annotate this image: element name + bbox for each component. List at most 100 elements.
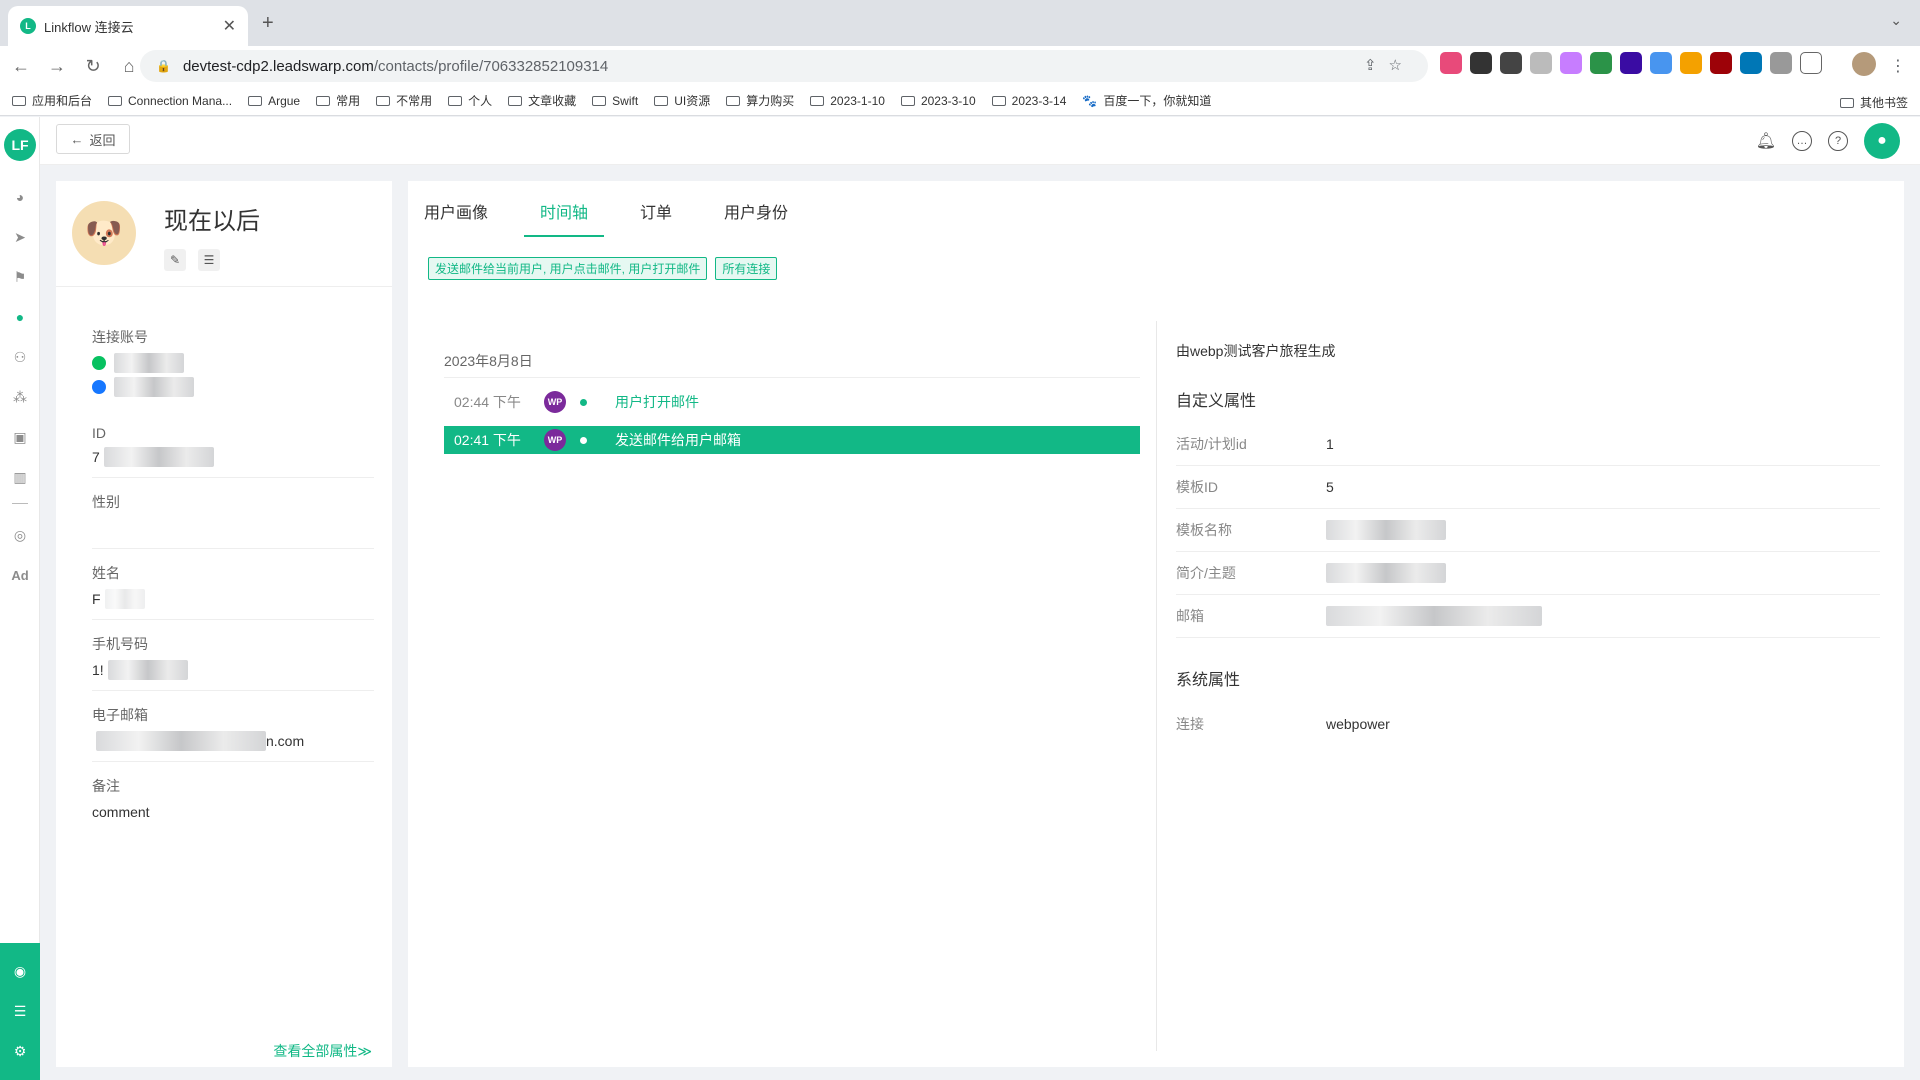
bookmark-folder[interactable]: 不常用 [376, 92, 432, 109]
dashboard-icon[interactable]: ◕ [10, 187, 30, 207]
bookmark-baidu[interactable]: 🐾 百度一下，你就知道 [1082, 92, 1211, 109]
ad-icon[interactable]: Ad [10, 565, 30, 585]
profile-attributes: 连接账号 ID 7 性别 姓名 F 手机号码 1! 电子邮箱 n.com 备注 … [92, 313, 374, 832]
detail-divider [1156, 321, 1157, 1051]
analytics-icon[interactable]: ▥ [10, 467, 30, 487]
extension-icon[interactable] [1680, 52, 1702, 74]
detail-key: 模板ID [1176, 479, 1218, 495]
edit-icon[interactable]: ✎ [164, 249, 186, 271]
extension-icon[interactable] [1530, 52, 1552, 74]
bookmark-folder[interactable]: 个人 [448, 92, 492, 109]
blurred-value [114, 377, 194, 397]
extension-icon[interactable] [1710, 52, 1732, 74]
bookmark-icon[interactable]: ▣ [10, 427, 30, 447]
share-star-icons[interactable]: ⇪☆ [1364, 56, 1414, 74]
tab-user-portrait[interactable]: 用户画像 [424, 181, 488, 237]
help-icon[interactable]: ? [1828, 131, 1848, 151]
address-bar[interactable]: 🔒 devtest-cdp2.leadswarp.com/contacts/pr… [140, 50, 1428, 82]
contact-icon[interactable]: ● [10, 307, 30, 327]
bookmark-folder[interactable]: Connection Mana... [108, 94, 232, 108]
detail-row: 模板名称 [1176, 509, 1880, 552]
extension-icon[interactable] [1440, 52, 1462, 74]
side-panel-icon[interactable] [1800, 52, 1822, 74]
browser-profile-avatar[interactable] [1852, 52, 1876, 76]
bookmark-folder[interactable]: UI资源 [654, 92, 710, 109]
extension-icon[interactable] [1620, 52, 1642, 74]
see-all-attributes-link[interactable]: 查看全部属性≫ [273, 1041, 372, 1061]
wechat-account-icon [92, 356, 106, 370]
users-icon[interactable]: ⚇ [10, 347, 30, 367]
bell-icon[interactable]: 🔔︎ [1756, 131, 1776, 151]
detail-value [1326, 520, 1446, 540]
hub-icon[interactable]: ◉ [10, 961, 30, 981]
tab-user-identity[interactable]: 用户身份 [724, 181, 788, 237]
bookmark-folder[interactable]: Argue [248, 94, 300, 108]
reload-icon[interactable]: ↻ [78, 56, 108, 77]
list-icon[interactable]: ☰ [198, 249, 220, 271]
bookmark-folder[interactable]: Swift [592, 94, 638, 108]
event-filter-tag[interactable]: 发送邮件给当前用户, 用户点击邮件, 用户打开邮件 [428, 257, 708, 280]
detail-value: 5 [1326, 479, 1334, 495]
bookmark-folder[interactable]: 算力购买 [726, 92, 794, 109]
settings-icon[interactable]: ⚙ [10, 1041, 30, 1061]
webpower-badge-icon: WP [544, 391, 566, 413]
account-other [92, 377, 374, 397]
back-nav-icon[interactable]: ← [6, 56, 36, 77]
attr-value: 1! [92, 660, 374, 680]
back-button[interactable]: ← 返回 [56, 124, 130, 154]
bookmark-folder[interactable]: 2023-1-10 [810, 94, 885, 108]
extension-icon[interactable] [1740, 52, 1762, 74]
extension-icon[interactable] [1500, 52, 1522, 74]
detail-row: 活动/计划id 1 [1176, 423, 1880, 466]
new-tab-button[interactable]: + [262, 12, 274, 35]
attr-id: ID 7 [92, 411, 374, 478]
close-tab-icon[interactable]: ✕ [223, 16, 236, 36]
app-sidebar: LF ◕ ➤ ⚑ ● ⚇ ⁂ ▣ ▥ ◎ Ad ◉ ☰ ⚙ [0, 117, 40, 1080]
flag-icon[interactable]: ⚑ [10, 267, 30, 287]
attr-phone: 手机号码 1! [92, 620, 374, 691]
extensions-bar [1440, 52, 1822, 74]
sidebar-bottom: ◉ ☰ ⚙ [0, 943, 40, 1080]
lock-icon: 🔒 [156, 59, 171, 73]
tab-search-chevron-icon[interactable]: ⌄ [1890, 12, 1902, 29]
linkflow-favicon: L [20, 18, 36, 34]
browser-tab[interactable]: L Linkflow 连接云 ✕ [8, 6, 248, 46]
wechat-icon[interactable]: ◎ [10, 525, 30, 545]
tab-timeline[interactable]: 时间轴 [524, 181, 605, 237]
browser-toolbar: ← → ↻ ⌂ 🔒 devtest-cdp2.leadswarp.com/con… [0, 46, 1920, 86]
extension-icon[interactable] [1590, 52, 1612, 74]
linkflow-logo[interactable]: LF [4, 129, 36, 161]
extension-icon[interactable] [1560, 52, 1582, 74]
blurred-value [96, 731, 266, 751]
timeline-event-selected[interactable]: 02:41 下午 WP 发送邮件给用户邮箱 [444, 426, 1140, 454]
attr-name: 姓名 F [92, 549, 374, 620]
blurred-value [103, 447, 214, 467]
bookmark-folder[interactable]: 应用和后台 [12, 92, 92, 109]
chat-icon[interactable]: … [1792, 131, 1812, 151]
bookmark-folder[interactable]: 2023-3-10 [900, 94, 976, 108]
profile-name: 现在以后 [164, 208, 260, 235]
event-name: 发送邮件给用户邮箱 [615, 432, 741, 448]
connection-filter-tag[interactable]: 所有连接 [715, 257, 778, 280]
attr-label: 性别 [92, 494, 120, 510]
send-icon[interactable]: ➤ [10, 227, 30, 247]
baidu-paw-icon: 🐾 [1082, 93, 1098, 108]
bookmark-folder[interactable]: 常用 [316, 92, 360, 109]
puzzle-icon[interactable] [1770, 52, 1792, 74]
data-icon[interactable]: ☰ [10, 1001, 30, 1021]
webpower-badge-icon: WP [544, 429, 566, 451]
bookmark-folder[interactable]: 2023-3-14 [991, 94, 1066, 108]
blurred-value [1326, 563, 1446, 583]
segments-icon[interactable]: ⁂ [10, 387, 30, 407]
timeline-event[interactable]: 02:44 下午 WP 用户打开邮件 [444, 388, 1140, 416]
tab-orders[interactable]: 订单 [640, 181, 672, 237]
browser-menu-icon[interactable]: ⋮ [1890, 56, 1906, 76]
other-bookmarks[interactable]: 其他书签 [1839, 94, 1908, 111]
attr-value: 7 [92, 447, 374, 467]
bookmark-folder[interactable]: 文章收藏 [508, 92, 576, 109]
extension-icon[interactable] [1650, 52, 1672, 74]
forward-nav-icon[interactable]: → [42, 56, 72, 77]
extension-icon[interactable] [1470, 52, 1492, 74]
user-avatar[interactable]: ● [1864, 123, 1900, 159]
attr-value: comment [92, 804, 150, 820]
